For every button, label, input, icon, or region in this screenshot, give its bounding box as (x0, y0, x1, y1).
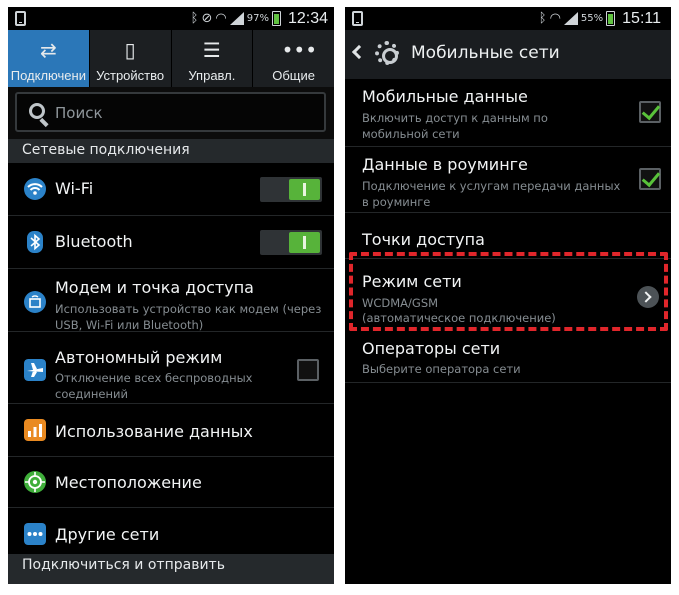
wifi-status-icon: ◠ (215, 11, 227, 26)
tab-label: Общие (272, 68, 315, 83)
setting-subtitle: Выберите оператора сети (362, 362, 521, 376)
setting-row-location[interactable]: Местоположение (8, 457, 334, 508)
search-area: Поиск (8, 87, 334, 139)
tab-label: Устройство (96, 68, 165, 83)
signal-icon (563, 12, 578, 25)
chevron-right-icon[interactable] (637, 286, 659, 308)
notification-phone-icon (15, 11, 26, 26)
mobile-data-checkbox[interactable] (639, 101, 661, 123)
notification-phone-icon (352, 11, 363, 26)
setting-title: Точки доступа (362, 230, 485, 249)
wifi-status-icon: ◠ (549, 11, 561, 26)
wifi-icon (24, 178, 46, 200)
setting-title: Данные в роуминге (362, 155, 528, 174)
setting-title: Bluetooth (55, 232, 133, 251)
section-header-connect-share: Подключиться и отправить (8, 554, 334, 584)
setting-row-wifi[interactable]: Wi-Fi (8, 163, 334, 216)
battery-icon (606, 11, 616, 26)
tab-label: Подключени (10, 68, 86, 83)
wifi-toggle[interactable] (260, 177, 322, 202)
tab-controls[interactable]: ☰ Управл. (172, 30, 254, 87)
right-phone-screen: ᛒ ◠ 55% 15:11 Мобильные сети Мобильные д… (345, 7, 671, 584)
setting-row-data-usage[interactable]: Использование данных (8, 404, 334, 457)
setting-row-network-mode[interactable]: Режим сети WCDMA/GSM (автоматическое под… (345, 259, 671, 332)
clock: 15:11 (622, 10, 661, 27)
clock: 12:34 (287, 10, 328, 27)
airplane-mode-checkbox[interactable] (297, 359, 319, 381)
setting-title: Операторы сети (362, 339, 501, 358)
status-icons: ᛒ ⊘ ◠ 97% 12:34 (191, 9, 328, 28)
setting-row-tethering[interactable]: Модем и точка доступа Использовать устро… (8, 269, 334, 332)
left-phone-screen: ᛒ ⊘ ◠ 97% 12:34 ⇄ Подключени ▯ Устройств… (8, 7, 334, 584)
more-networks-icon (24, 523, 46, 545)
setting-subtitle: Включить доступ к данным по мобильной се… (362, 111, 548, 141)
battery-percent: 55% (580, 13, 604, 24)
setting-title: Мобильные данные (362, 87, 528, 106)
settings-tabs: ⇄ Подключени ▯ Устройство ☰ Управл. ••• … (8, 30, 334, 87)
setting-title: Автономный режим (55, 348, 223, 367)
bluetooth-toggle[interactable] (260, 230, 322, 255)
status-bar: ᛒ ◠ 55% 15:11 (345, 7, 671, 30)
status-bar: ᛒ ⊘ ◠ 97% 12:34 (8, 7, 334, 30)
setting-title: Использование данных (55, 422, 253, 441)
settings-gear-icon (375, 41, 399, 65)
search-icon (29, 103, 45, 119)
signal-icon (229, 12, 244, 25)
network-mode-description: (автоматическое подключение) (362, 311, 556, 325)
setting-title: Wi-Fi (55, 179, 94, 198)
setting-title: Модем и точка доступа (55, 278, 254, 297)
airplane-icon (24, 359, 46, 381)
tab-device[interactable]: ▯ Устройство (90, 30, 172, 87)
arrows-swap-icon: ⇄ (39, 38, 57, 62)
data-roaming-checkbox[interactable] (639, 168, 661, 190)
data-usage-icon (24, 419, 46, 441)
status-icons: ᛒ ◠ 55% 15:11 (539, 9, 661, 28)
search-placeholder: Поиск (55, 104, 103, 122)
setting-subtitle: Отключение всех беспроводных соединений (55, 371, 253, 401)
toggle-knob (289, 232, 320, 253)
setting-title: Местоположение (55, 473, 202, 492)
battery-percent: 97% (246, 13, 269, 24)
bluetooth-icon (27, 231, 43, 253)
page-title: Мобильные сети (411, 43, 560, 63)
setting-row-data-roaming[interactable]: Данные в роуминге Подключение к услугам … (345, 147, 671, 213)
tab-label: Управл. (188, 68, 236, 83)
setting-title: Другие сети (55, 525, 160, 544)
bluetooth-status-icon: ᛒ (190, 11, 199, 26)
setting-row-bluetooth[interactable]: Bluetooth (8, 216, 334, 269)
phone-icon: ▯ (124, 38, 136, 62)
mute-status-icon: ⊘ (201, 11, 213, 26)
app-bar: Мобильные сети (345, 30, 671, 79)
battery-icon (271, 11, 281, 26)
setting-row-more-networks[interactable]: Другие сети (8, 508, 334, 560)
tethering-icon (24, 291, 46, 313)
bluetooth-status-icon: ᛒ (538, 11, 547, 26)
setting-row-access-points[interactable]: Точки доступа (345, 213, 671, 259)
location-icon (24, 471, 46, 493)
setting-subtitle: Использовать устройство как модем (через… (55, 302, 322, 332)
setting-title: Режим сети (362, 272, 462, 291)
tab-general[interactable]: ••• Общие (253, 30, 334, 87)
search-input[interactable]: Поиск (15, 92, 326, 132)
more-dots-icon: ••• (281, 38, 318, 62)
tab-connections[interactable]: ⇄ Подключени (8, 30, 90, 87)
network-mode-value: WCDMA/GSM (362, 296, 439, 310)
sliders-icon: ☰ (202, 38, 221, 62)
setting-subtitle: Подключение к услугам передачи данных в … (362, 179, 621, 209)
setting-row-network-operators[interactable]: Операторы сети Выберите оператора сети (345, 332, 671, 383)
back-arrow-icon[interactable] (351, 44, 367, 60)
setting-row-airplane-mode[interactable]: Автономный режим Отключение всех беспров… (8, 332, 334, 404)
section-header-network: Сетевые подключения (8, 139, 334, 163)
setting-row-mobile-data[interactable]: Мобильные данные Включить доступ к данны… (345, 79, 671, 147)
toggle-knob (289, 179, 320, 200)
